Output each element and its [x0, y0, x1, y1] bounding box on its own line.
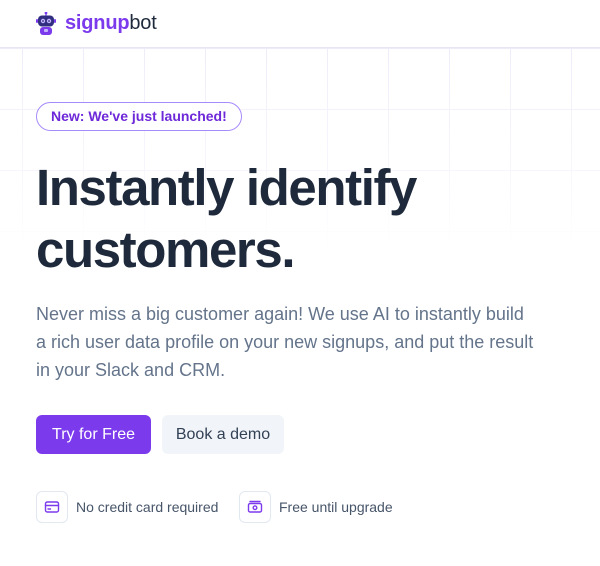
- brand-name-bold: signup: [65, 12, 130, 34]
- hero-headline: Instantly identify customers.: [36, 157, 576, 281]
- feature-label: Free until upgrade: [279, 499, 393, 515]
- launch-badge[interactable]: New: We've just launched!: [36, 102, 242, 131]
- brand-name-rest: bot: [129, 12, 157, 34]
- brand-name: signupbot: [65, 12, 157, 35]
- book-demo-button[interactable]: Book a demo: [162, 415, 284, 454]
- hero-description: Never miss a big customer again! We use …: [36, 304, 534, 380]
- feature-no-credit-card: No credit card required: [36, 491, 218, 523]
- site-header: signupbot: [0, 0, 600, 48]
- feature-label: No credit card required: [76, 499, 219, 515]
- cash-icon: [239, 491, 271, 523]
- credit-card-icon: [36, 491, 68, 523]
- headline-line-2: customers.: [36, 221, 296, 278]
- try-for-free-button[interactable]: Try for Free: [36, 415, 151, 454]
- logo-link[interactable]: signupbot: [34, 11, 157, 36]
- feature-free-until-upgrade: Free until upgrade: [239, 491, 393, 523]
- headline-line-1: Instantly identify: [36, 159, 417, 216]
- robot-icon: [36, 11, 56, 35]
